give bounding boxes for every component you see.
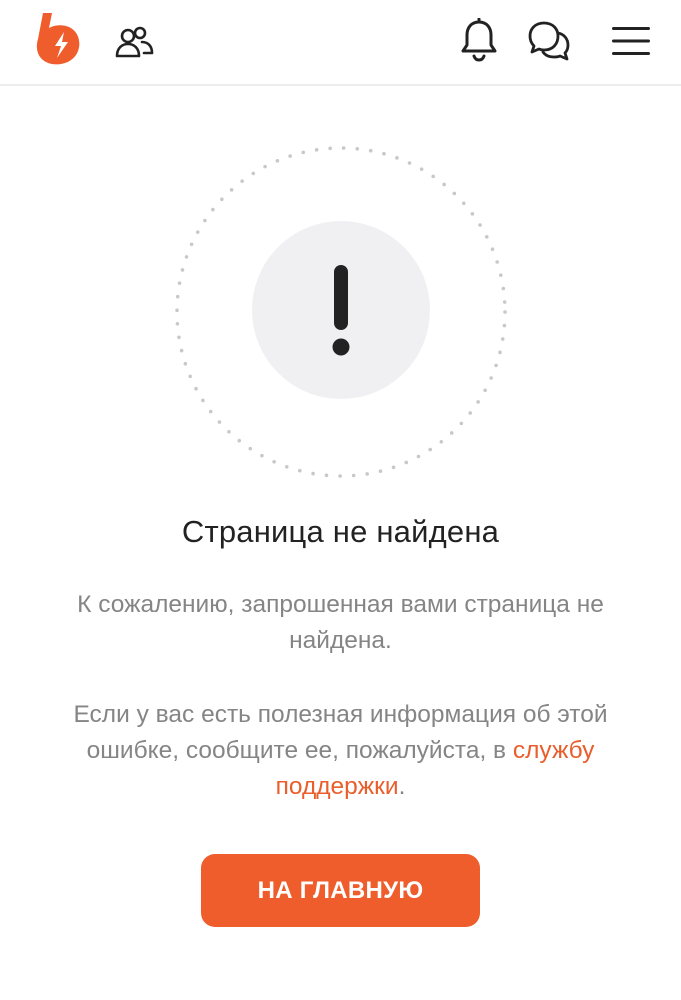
exclamation-icon — [332, 265, 350, 356]
friends-icon[interactable] — [115, 25, 155, 59]
top-navigation-bar — [0, 0, 681, 86]
hamburger-menu-icon[interactable] — [610, 24, 652, 58]
chat-icon[interactable] — [527, 20, 571, 62]
error-illustration — [175, 146, 507, 478]
page-title: Страница не найдена — [181, 514, 500, 549]
support-message-end: . — [398, 773, 406, 800]
brand-logo-icon[interactable] — [36, 13, 84, 65]
support-message: Если у вас есть полезная информация об э… — [40, 697, 641, 805]
home-button[interactable]: НА ГЛАВНУЮ — [201, 854, 480, 927]
bell-icon[interactable] — [459, 18, 499, 62]
error-description: К сожалению, запрошенная вами страница н… — [77, 591, 604, 654]
